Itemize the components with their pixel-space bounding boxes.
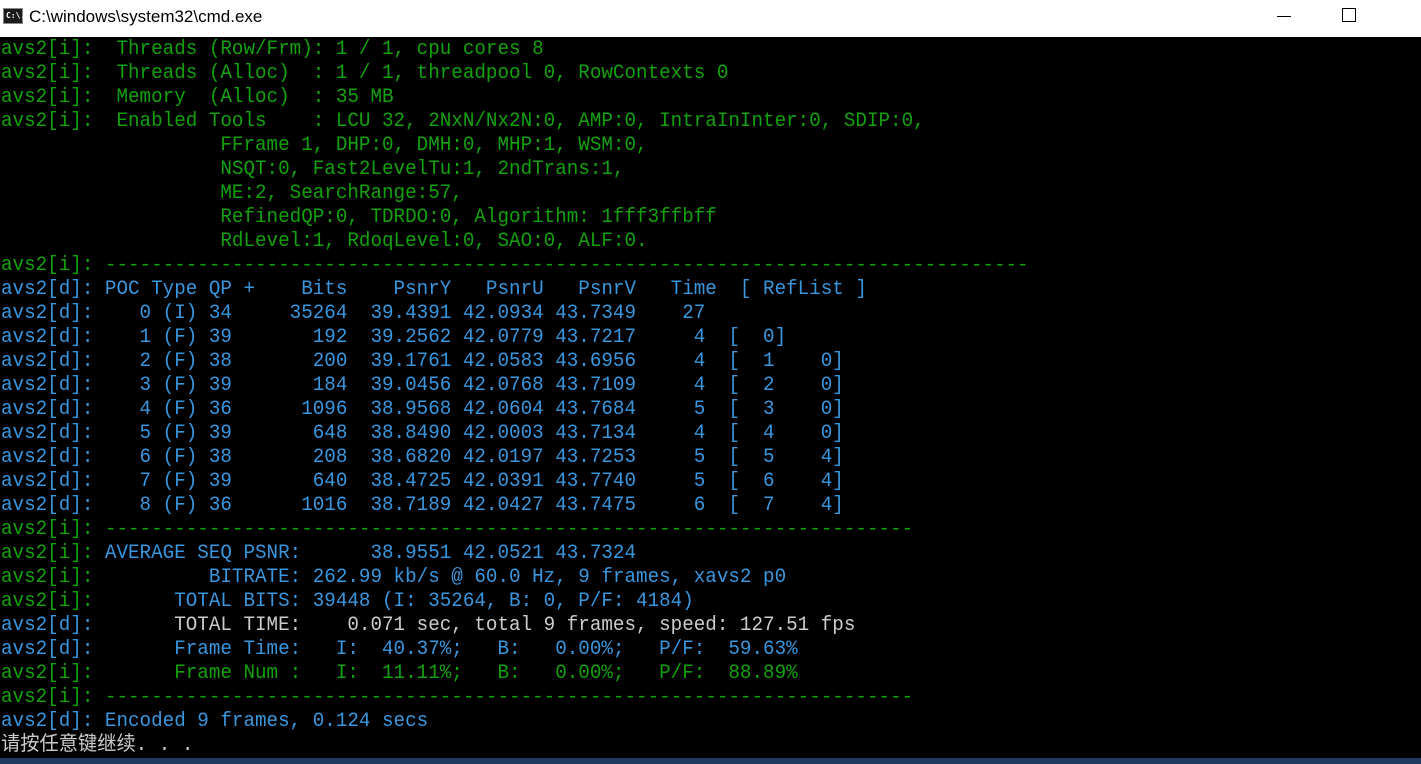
console-output[interactable]: avs2[i]: Threads (Row/Frm): 1 / 1, cpu c… xyxy=(0,38,1421,758)
console-line: avs2[d]: 1 (F) 39 192 39.2562 42.0779 43… xyxy=(1,326,787,349)
console-line: avs2[d]: Encoded 9 frames, 0.124 secs xyxy=(1,710,429,733)
console-line: avs2[d]: 8 (F) 36 1016 38.7189 42.0427 4… xyxy=(1,494,844,517)
console-line: avs2[d]: 0 (I) 34 35264 39.4391 42.0934 … xyxy=(1,302,706,325)
console-line-prefix: avs2[d]: xyxy=(1,614,94,637)
minimize-button[interactable] xyxy=(1252,0,1316,34)
console-line: avs2[i]: Threads (Alloc) : 1 / 1, thread… xyxy=(1,62,729,85)
taskbar-edge xyxy=(0,758,1421,764)
console-line: avs2[d]: Frame Time: I: 40.37%; B: 0.00%… xyxy=(1,638,798,661)
console-line: NSQT:0, Fast2LevelTu:1, 2ndTrans:1, xyxy=(1,158,625,181)
window-title: C:\windows\system32\cmd.exe xyxy=(29,7,263,26)
console-line: FFrame 1, DHP:0, DMH:0, MHP:1, WSM:0, xyxy=(1,134,648,157)
console-line: 请按任意键继续. . . xyxy=(1,734,194,757)
console-line: avs2[d]: 4 (F) 36 1096 38.9568 42.0604 4… xyxy=(1,398,844,421)
console-line: avs2[d]: 7 (F) 39 640 38.4725 42.0391 43… xyxy=(1,470,844,493)
console-line: avs2[i]: AVERAGE SEQ PSNR: 38.9551 42.05… xyxy=(1,542,636,566)
maximize-button[interactable] xyxy=(1317,0,1381,34)
console-scrollbar[interactable] xyxy=(1401,38,1421,758)
cmd-icon-glyph: C:\. xyxy=(6,11,26,20)
console-line-body: TOTAL TIME: 0.071 sec, total 9 frames, s… xyxy=(93,614,856,637)
title-bar: C:\. C:\windows\system32\cmd.exe xyxy=(0,0,1421,37)
console-line: avs2[i]: -------------------------------… xyxy=(1,686,914,709)
console-line-body: BITRATE: 262.99 kb/s @ 60.0 Hz, 9 frames… xyxy=(93,566,787,589)
console-line: avs2[d]: TOTAL TIME: 0.071 sec, total 9 … xyxy=(1,614,855,638)
cmd-icon[interactable]: C:\. xyxy=(3,8,26,24)
minimize-icon xyxy=(1277,16,1291,17)
console-line: avs2[i]: Threads (Row/Frm): 1 / 1, cpu c… xyxy=(1,38,544,61)
console-line: avs2[i]: Memory (Alloc) : 35 MB xyxy=(1,86,394,109)
console-line: avs2[d]: 3 (F) 39 184 39.0456 42.0768 43… xyxy=(1,374,844,397)
console-line: avs2[d]: 6 (F) 38 208 38.6820 42.0197 43… xyxy=(1,446,844,469)
console-line: avs2[i]: Enabled Tools : LCU 32, 2NxN/Nx… xyxy=(1,110,925,133)
console-line: RefinedQP:0, TDRDO:0, Algorithm: 1fff3ff… xyxy=(1,206,717,229)
console-line-body: AVERAGE SEQ PSNR: 38.9551 42.0521 43.732… xyxy=(93,542,637,565)
console-line-body: TOTAL BITS: 39448 (I: 35264, B: 0, P/F: … xyxy=(93,590,694,613)
console-line-prefix: avs2[i]: xyxy=(1,590,94,613)
console-line-prefix: avs2[i]: xyxy=(1,566,94,589)
console-line: RdLevel:1, RdoqLevel:0, SAO:0, ALF:0. xyxy=(1,230,648,253)
console-line: avs2[d]: 2 (F) 38 200 39.1761 42.0583 43… xyxy=(1,350,844,373)
console-line-prefix: avs2[i]: xyxy=(1,542,94,565)
console-line: avs2[d]: 5 (F) 39 648 38.8490 42.0003 43… xyxy=(1,422,844,445)
console-line: ME:2, SearchRange:57, xyxy=(1,182,463,205)
console-line: avs2[i]: Frame Num : I: 11.11%; B: 0.00%… xyxy=(1,662,798,685)
console-line: avs2[i]: -------------------------------… xyxy=(1,254,1029,277)
console-line: avs2[d]: POC Type QP + Bits PsnrY PsnrU … xyxy=(1,278,867,301)
console-line: avs2[i]: BITRATE: 262.99 kb/s @ 60.0 Hz,… xyxy=(1,566,786,590)
console-line: avs2[i]: TOTAL BITS: 39448 (I: 35264, B:… xyxy=(1,590,694,614)
console-line: avs2[i]: -------------------------------… xyxy=(1,518,914,541)
maximize-icon xyxy=(1342,8,1356,22)
